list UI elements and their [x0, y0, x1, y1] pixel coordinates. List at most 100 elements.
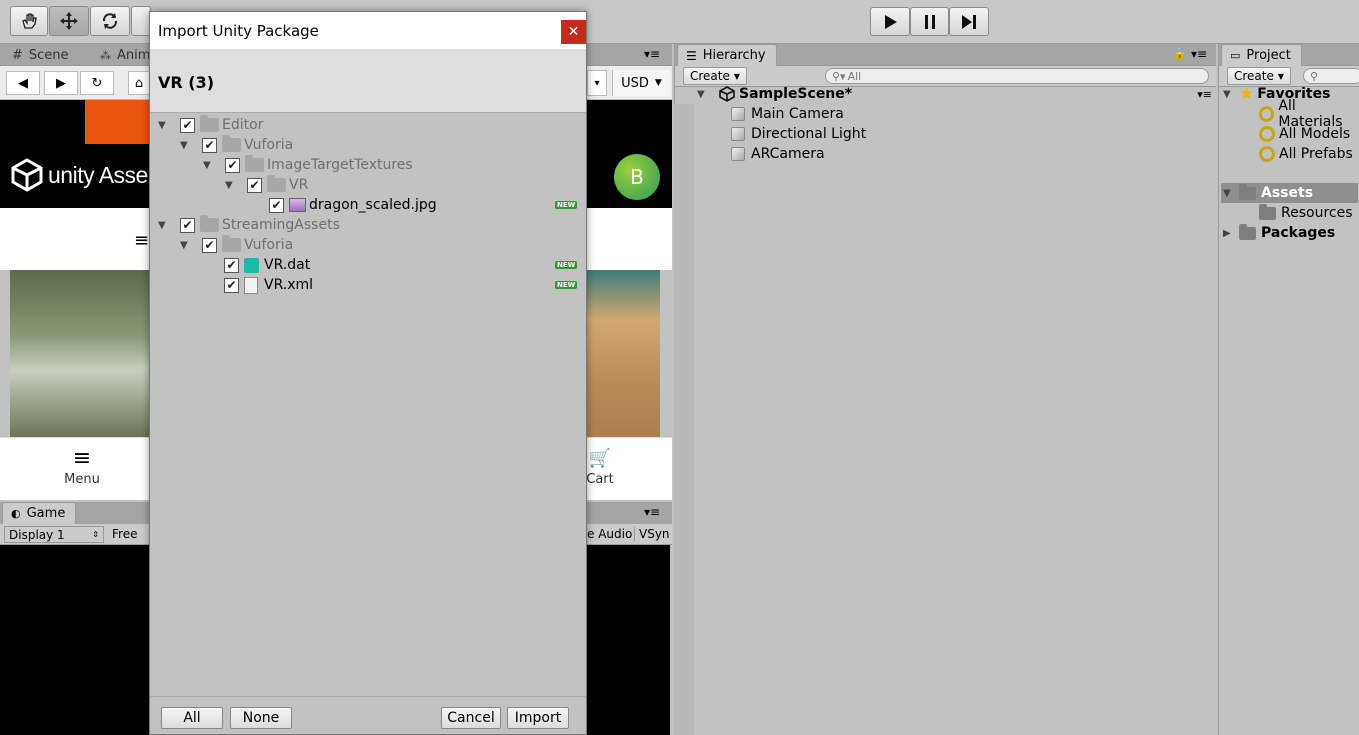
- back-button[interactable]: ◀: [6, 71, 40, 95]
- tree-label: VR.dat: [264, 257, 311, 273]
- tree-label: ImageTargetTextures: [267, 157, 413, 173]
- menu-button[interactable]: ≡ Menu: [56, 446, 108, 487]
- checkbox[interactable]: ✔: [224, 277, 239, 293]
- pause-button[interactable]: [910, 7, 949, 36]
- chevron-down-icon: ▼: [733, 71, 741, 81]
- tree-label: VR: [289, 177, 309, 193]
- gameobject-icon: [731, 107, 745, 121]
- tree-row-vrdat[interactable]: ✔ VR.dat: [224, 255, 310, 275]
- tab-game[interactable]: ◐ Game: [2, 502, 77, 524]
- lock-icon[interactable]: 🔒: [1173, 47, 1187, 60]
- scene-name: SampleScene*: [739, 86, 853, 102]
- favorite-item[interactable]: All Prefabs: [1259, 144, 1353, 164]
- checkbox[interactable]: ✔: [180, 117, 195, 133]
- expand-arrow-icon: ▼: [180, 239, 188, 251]
- hierarchy-tabbar: ☰ Hierarchy 🔒 ▾≡: [675, 44, 1216, 66]
- display-select[interactable]: Display 1 ⇕: [4, 526, 104, 543]
- folder-icon: [245, 155, 264, 172]
- select-all-button[interactable]: All: [161, 707, 223, 729]
- rotate-tool-button[interactable]: [90, 6, 130, 36]
- tree-row-vr[interactable]: ▼ ✔ VR: [225, 175, 308, 195]
- tree-row-vrxml[interactable]: ✔ VR.xml: [224, 275, 313, 295]
- play-button[interactable]: [870, 7, 910, 36]
- tab-scene[interactable]: # Scene: [4, 44, 79, 66]
- move-tool-button[interactable]: [49, 6, 89, 36]
- favorite-item[interactable]: All Materials: [1259, 98, 1359, 130]
- cancel-button[interactable]: Cancel: [441, 707, 501, 729]
- import-button[interactable]: Import: [507, 707, 569, 729]
- forward-button[interactable]: ▶: [44, 71, 78, 95]
- rotate-icon: [102, 13, 118, 29]
- hierarchy-item[interactable]: Main Camera: [731, 104, 844, 124]
- packages-row[interactable]: ▶ Packages: [1223, 223, 1335, 243]
- favorite-item[interactable]: All Models: [1259, 124, 1350, 144]
- scale-tool-button[interactable]: [131, 6, 151, 36]
- scene-menu-icon[interactable]: ▾≡: [1197, 88, 1212, 101]
- checkbox[interactable]: ✔: [225, 157, 240, 173]
- tree-label: VR.xml: [264, 277, 314, 293]
- project-create-button[interactable]: Create ▼: [1227, 67, 1292, 85]
- store-logo[interactable]: unity Asse: [10, 158, 148, 192]
- star-icon: ★: [1239, 84, 1255, 104]
- hand-tool-button[interactable]: [10, 6, 48, 36]
- close-button[interactable]: ✕: [561, 20, 586, 44]
- game-panel-menu-icon[interactable]: ▾≡: [644, 505, 660, 519]
- dialog-footer: All None Cancel Import: [150, 696, 586, 734]
- scene-root-row[interactable]: ▼ SampleScene* ▾≡: [697, 84, 1216, 104]
- avatar[interactable]: B: [614, 154, 660, 200]
- favorite-item-label: All Prefabs: [1279, 146, 1353, 162]
- currency-select[interactable]: USD ▼: [612, 70, 670, 96]
- hierarchy-item[interactable]: ARCamera: [731, 144, 825, 164]
- expand-arrow-icon: ▼: [203, 159, 211, 171]
- resources-label: Resources: [1281, 205, 1353, 221]
- unity-logo-icon: [11, 158, 43, 192]
- tab-hierarchy-label: Hierarchy: [702, 48, 766, 63]
- mute-audio-toggle[interactable]: e Audio: [587, 527, 632, 541]
- dialog-titlebar: Import Unity Package ✕: [150, 12, 586, 49]
- vsync-toggle[interactable]: VSyn: [634, 527, 670, 541]
- panel-menu-icon[interactable]: ▾≡: [644, 47, 660, 61]
- tree-row-imagetargettextures[interactable]: ▼ ✔ ImageTargetTextures: [203, 155, 413, 175]
- home-icon: ⌂: [134, 75, 144, 91]
- tree-row-streamingassets[interactable]: ▼ ✔ StreamingAssets: [158, 215, 340, 235]
- checkbox[interactable]: ✔: [202, 237, 217, 253]
- hierarchy-search-input[interactable]: ⚲▾ All: [825, 68, 1209, 84]
- tree-row-vuforia-2[interactable]: ▼ ✔ Vuforia: [180, 235, 293, 255]
- tree-row-editor[interactable]: ▼ ✔ Editor: [158, 115, 263, 135]
- folder-icon: [200, 115, 219, 132]
- castle-image[interactable]: [587, 270, 660, 437]
- tree-row-vuforia[interactable]: ▼ ✔ Vuforia: [180, 135, 293, 155]
- select-none-button[interactable]: None: [230, 707, 292, 729]
- search-filter-icon: [1259, 146, 1275, 162]
- filter-icon[interactable]: ≡: [134, 230, 149, 251]
- import-package-dialog: Import Unity Package ✕ VR (3) ▼ ✔ Editor…: [149, 11, 587, 735]
- checkbox[interactable]: ✔: [247, 177, 262, 193]
- hierarchy-menu-icon[interactable]: ▾≡: [1191, 47, 1207, 61]
- step-button[interactable]: [949, 7, 989, 36]
- project-search-input[interactable]: ⚲: [1303, 68, 1359, 84]
- hierarchy-create-button[interactable]: Create ▼: [683, 67, 748, 85]
- import-label: Import: [514, 710, 562, 726]
- checkbox[interactable]: ✔: [269, 197, 284, 213]
- tree-row-dragon[interactable]: ✔ dragon_scaled.jpg: [269, 195, 437, 215]
- tab-project[interactable]: ▭ Project: [1221, 44, 1302, 66]
- home-button[interactable]: ⌂: [128, 71, 150, 95]
- new-badge: NEW: [555, 261, 578, 269]
- tree-label: Vuforia: [244, 137, 294, 153]
- pause-icon: [924, 14, 935, 29]
- resources-row[interactable]: Resources: [1259, 203, 1353, 223]
- aspect-select[interactable]: Free: [112, 527, 137, 541]
- dropdown-arrow[interactable]: ▾: [587, 70, 607, 96]
- assets-row[interactable]: ▼ Assets: [1221, 183, 1358, 203]
- reload-button[interactable]: ↻: [80, 71, 114, 95]
- hierarchy-search-placeholder: All: [847, 69, 862, 83]
- forest-image[interactable]: [10, 270, 150, 437]
- search-filter-icon: [1259, 106, 1275, 122]
- checkbox[interactable]: ✔: [202, 137, 217, 153]
- hierarchy-item[interactable]: Directional Light: [731, 124, 866, 144]
- expand-arrow-icon: ▼: [158, 119, 166, 131]
- checkbox[interactable]: ✔: [224, 257, 239, 273]
- tab-hierarchy[interactable]: ☰ Hierarchy: [677, 44, 777, 66]
- hierarchy-item-label: ARCamera: [751, 146, 825, 162]
- checkbox[interactable]: ✔: [180, 217, 195, 233]
